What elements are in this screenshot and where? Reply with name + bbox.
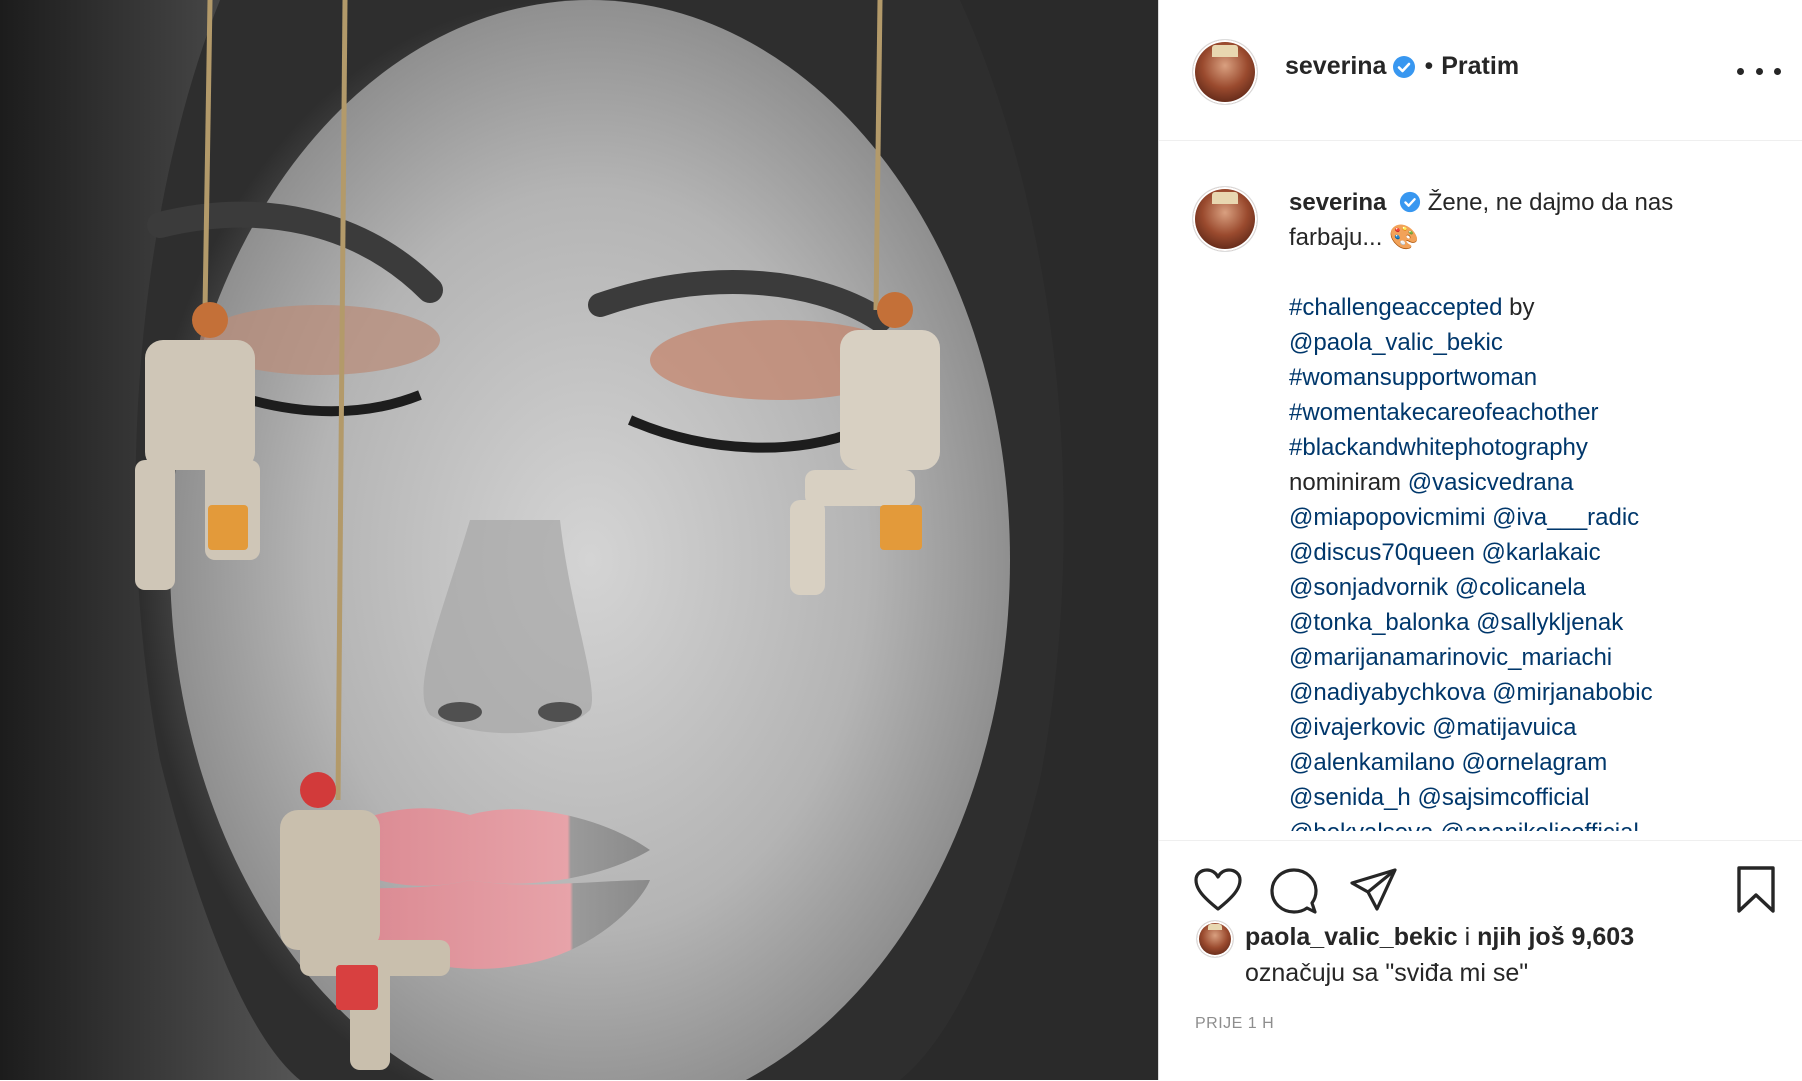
caption-line: @senida_h @sajsimcofficial [1289,780,1769,815]
mention-link[interactable]: @ornelagram [1461,749,1607,776]
hashtag-link[interactable]: #challengeaccepted [1289,294,1503,321]
verified-badge-icon [1399,191,1421,213]
mention-link[interactable]: @iva___radic [1492,504,1639,531]
caption-line: @sonjadvornik @colicanela [1289,570,1769,605]
liker-username[interactable]: paola_valic_bekic [1245,923,1458,951]
mention-link[interactable]: @vasicvedrana [1408,469,1574,496]
separator-dot: • [1424,52,1434,80]
post-sidebar: severina • Pratim severina Žene, ne dajm… [1158,0,1802,1080]
hashtag-link[interactable]: #blackandwhitephotography [1289,434,1588,461]
caption-line: #womentakecareofeachother [1289,395,1769,430]
liker-avatar[interactable] [1197,921,1233,957]
mention-link[interactable]: @paola_valic_bekic [1289,329,1503,356]
mention-link[interactable]: @bekvalseva [1289,819,1433,831]
post-header: severina • Pratim [1159,0,1802,141]
mention-link[interactable]: @sonjadvornik [1289,574,1448,601]
mention-link[interactable]: @colicanela [1455,574,1586,601]
caption-line: @miapopovicmimi @iva___radic [1289,500,1769,535]
more-options-button[interactable] [1737,54,1781,88]
post-actions: paola_valic_bekic i njih još 9,603 označ… [1159,840,1802,1081]
mention-link[interactable]: @ivajerkovic [1289,714,1425,741]
mention-link[interactable]: @nadiyabychkova [1289,679,1485,706]
heart-icon[interactable] [1193,867,1243,913]
mention-link[interactable]: @sallykljenak [1476,609,1623,636]
caption-author-avatar[interactable] [1193,187,1257,251]
comment-icon[interactable] [1269,867,1319,915]
caption-line: @tonka_balonka @sallykljenak [1289,605,1769,640]
mention-link[interactable]: @tonka_balonka [1289,609,1470,636]
following-button[interactable]: Pratim [1441,52,1519,81]
more-horizontal-icon [1737,67,1744,75]
post-image-art [0,0,1158,1080]
caption-plain-text: nominiram [1289,469,1408,496]
likes-suffix: označuju sa "sviđa mi se" [1245,959,1529,987]
caption-section[interactable]: severina Žene, ne dajmo da nas farbaju..… [1159,141,1802,831]
mention-link[interactable]: @discus70queen [1289,539,1475,566]
caption-plain-text [1475,539,1482,566]
likes-count-link[interactable]: njih još 9,603 [1477,923,1634,951]
caption-line: #challengeaccepted by [1289,290,1769,325]
verified-badge-icon [1393,55,1416,78]
mention-link[interactable]: @sajsimcofficial [1417,784,1589,811]
mention-link[interactable]: @marijanamarinovic_mariachi [1289,644,1612,671]
caption-plain-text: by [1502,294,1535,321]
mention-link[interactable]: @alenkamilano [1289,749,1455,776]
mention-link[interactable]: @mirjanabobic [1492,679,1652,706]
caption-line: nominiram @vasicvedrana [1289,465,1769,500]
author-username[interactable]: severina [1285,52,1386,81]
caption-line: @ivajerkovic @matijavuica [1289,710,1769,745]
caption-line: #blackandwhitephotography [1289,430,1769,465]
caption-line: @discus70queen @karlakaic [1289,535,1769,570]
caption-line: @alenkamilano @ornelagram [1289,745,1769,780]
author-avatar[interactable] [1193,40,1257,104]
caption-plain-text [1448,574,1455,601]
post-timestamp[interactable]: PRIJE 1 H [1195,1015,1274,1033]
caption-text: severina Žene, ne dajmo da nas farbaju..… [1289,185,1769,831]
hashtag-link[interactable]: #womansupportwoman [1289,364,1537,391]
mention-link[interactable]: @karlakaic [1482,539,1601,566]
caption-hashtags-mentions: #challengeaccepted by @paola_valic_bekic #… [1289,290,1769,831]
mention-link[interactable]: @senida_h [1289,784,1411,811]
mention-link[interactable]: @ananikolicofficial [1440,819,1639,831]
caption-line: @paola_valic_bekic [1289,325,1769,360]
caption-line: @marijanamarinovic_mariachi [1289,640,1769,675]
likes-connector: i [1457,923,1478,951]
caption-line: @nadiyabychkova @mirjanabobic [1289,675,1769,710]
caption-username[interactable]: severina [1289,189,1386,216]
mention-link[interactable]: @miapopovicmimi [1289,504,1485,531]
bookmark-icon[interactable] [1735,865,1777,915]
post-image[interactable] [0,0,1158,1080]
caption-line: @bekvalseva @ananikolicofficial [1289,815,1769,831]
paper-plane-icon[interactable] [1349,867,1399,913]
hashtag-link[interactable]: #womentakecareofeachother [1289,399,1599,426]
caption-line: #womansupportwoman [1289,360,1769,395]
mention-link[interactable]: @matijavuica [1432,714,1576,741]
